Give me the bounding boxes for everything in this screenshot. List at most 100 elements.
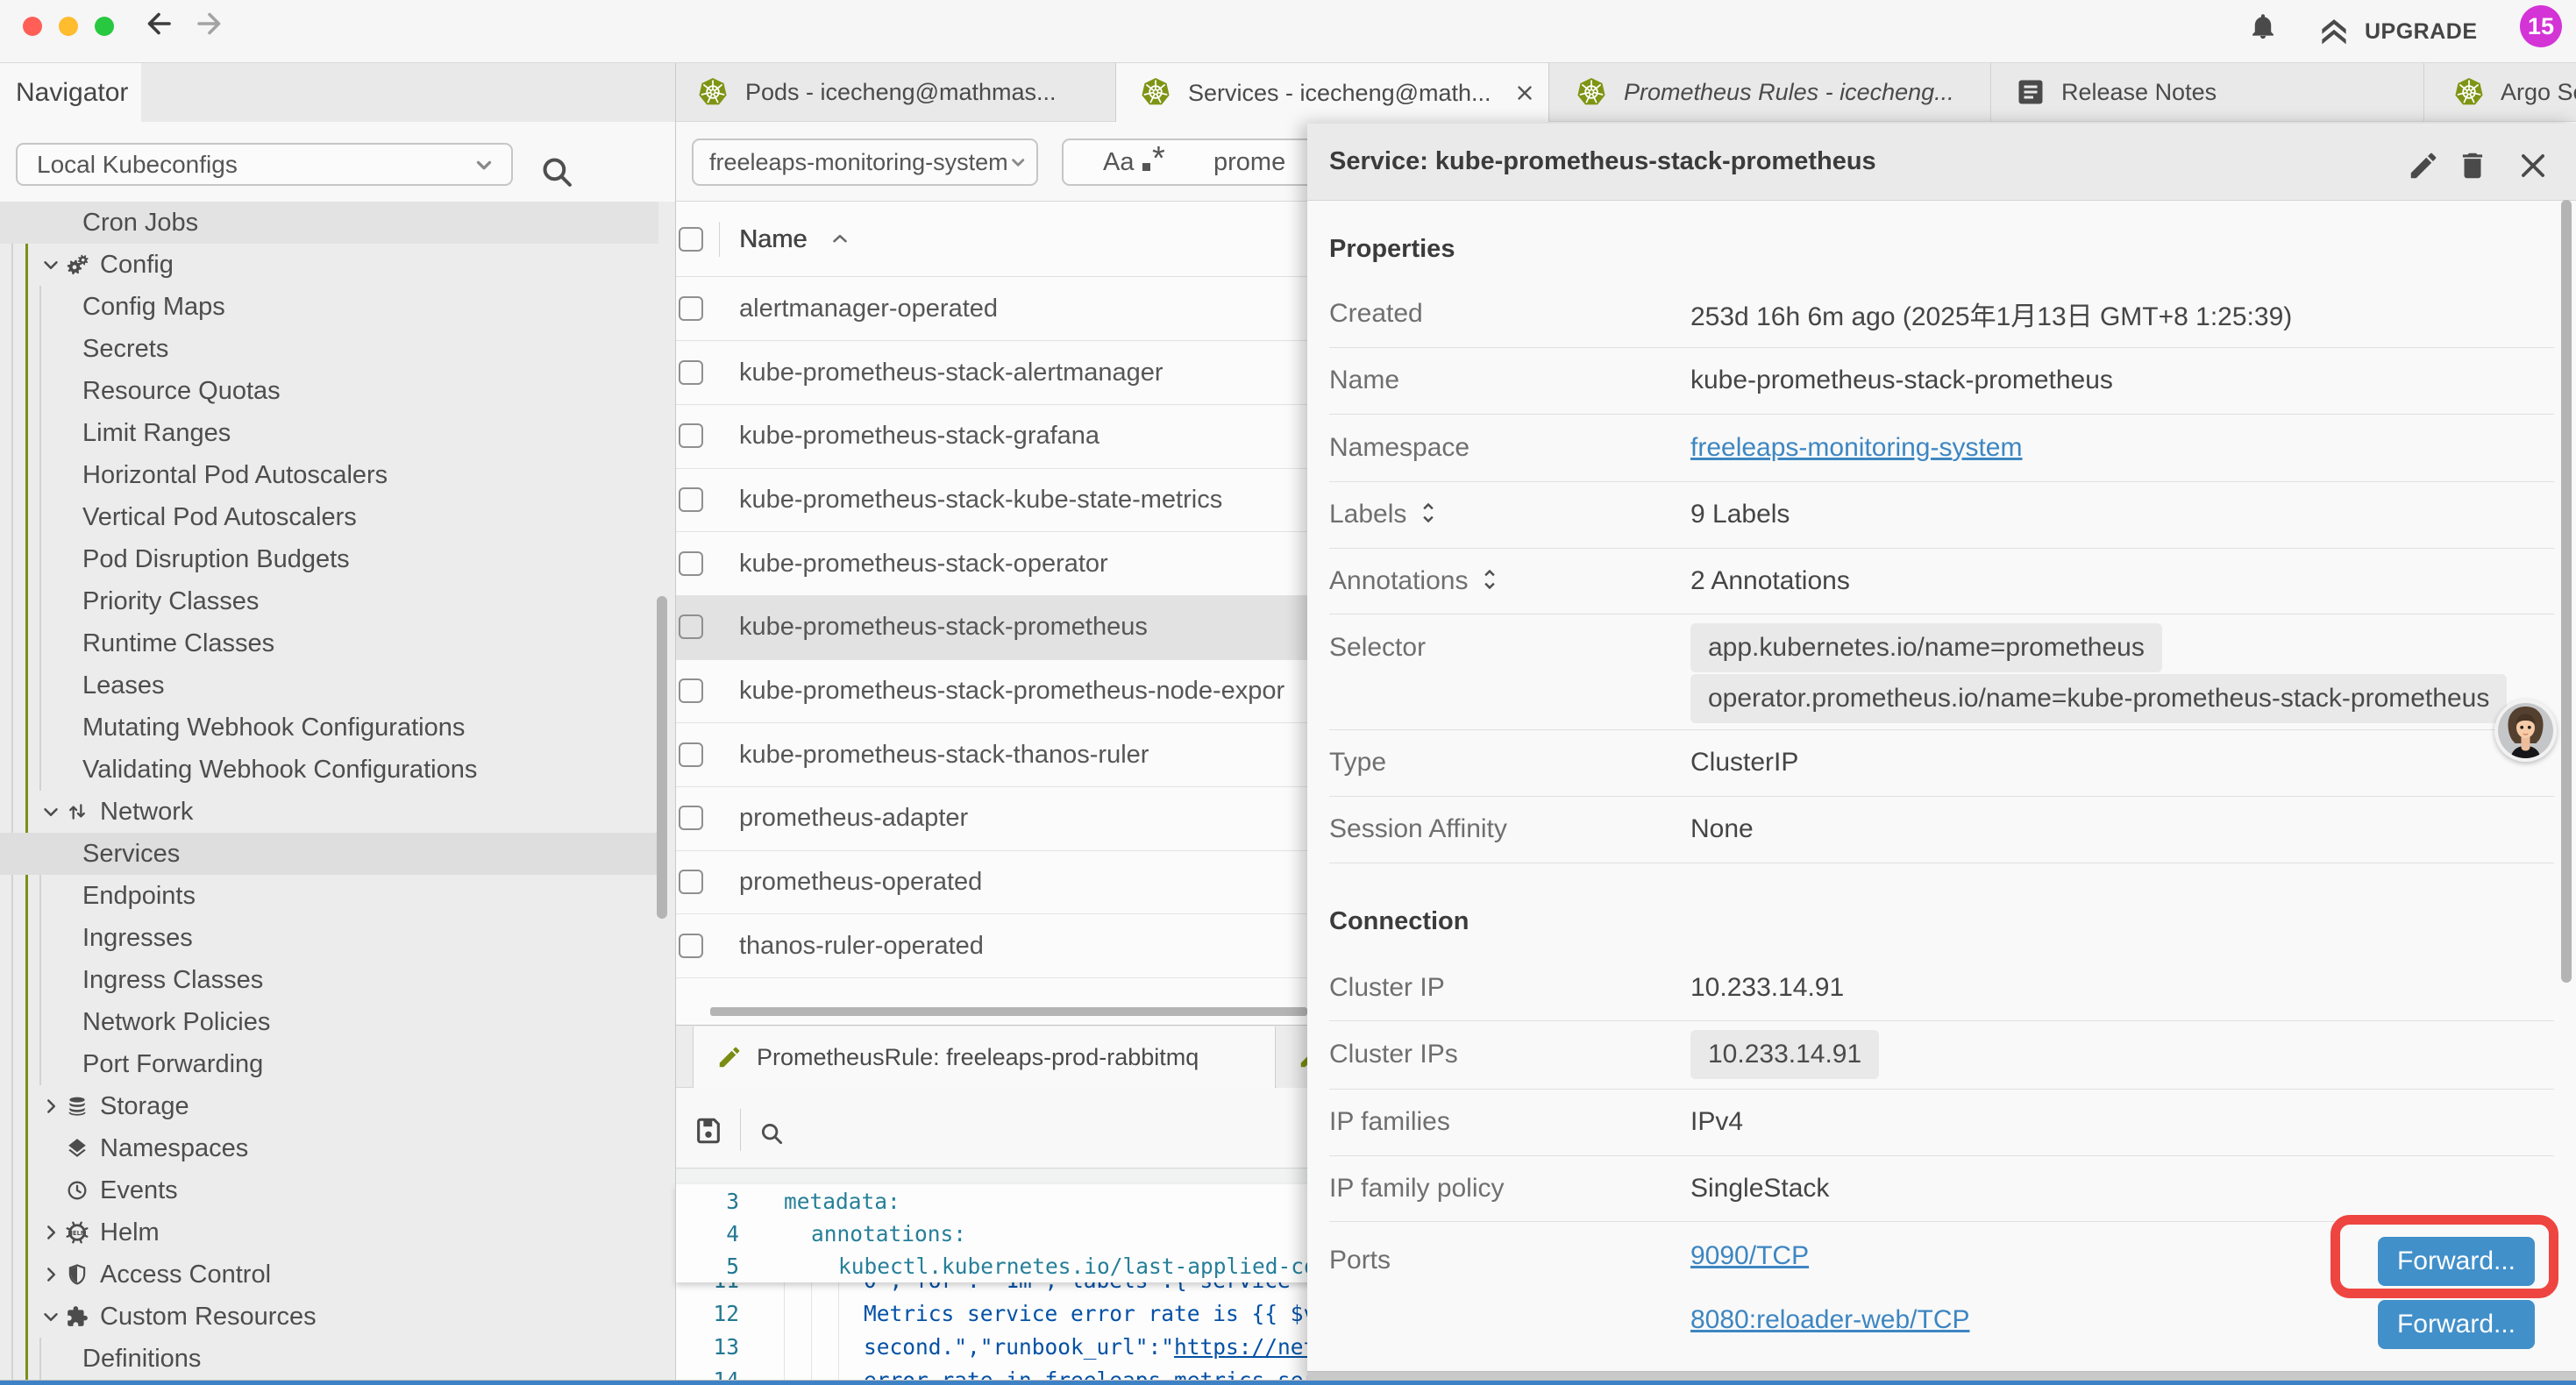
row-checkbox[interactable]	[679, 423, 703, 448]
sidebar-item-runtime-classes[interactable]: Runtime Classes	[0, 622, 658, 664]
sidebar-item-services[interactable]: Services	[0, 833, 658, 875]
sidebar-item-leases[interactable]: Leases	[0, 664, 658, 707]
sidebar-item-label: Network	[100, 798, 193, 827]
tab-label: Pods - icecheng@mathmas...	[745, 79, 1057, 106]
port-link-8080[interactable]: 8080:reloader-web/TCP	[1690, 1305, 1970, 1334]
sidebar-item-label: Secrets	[82, 335, 168, 364]
match-case-toggle[interactable]: Aa	[1103, 148, 1134, 177]
sidebar-item-cron-jobs[interactable]: Cron Jobs	[0, 202, 658, 244]
unfold-icon[interactable]	[1415, 500, 1441, 533]
sidebar-item-definitions[interactable]: Definitions	[0, 1338, 658, 1380]
forward-button[interactable]	[194, 8, 225, 44]
row-checkbox[interactable]	[679, 296, 703, 321]
forward-button-8080[interactable]: Forward...	[2378, 1300, 2535, 1349]
tab-prometheus-rules[interactable]: Prometheus Rules - icecheng...	[1552, 63, 1990, 122]
code-link[interactable]: https://netw	[1174, 1334, 1329, 1360]
sidebar-item-helm[interactable]: HELM Helm	[0, 1211, 658, 1254]
namespace-link[interactable]: freeleaps-monitoring-system	[1690, 433, 2022, 463]
row-checkbox[interactable]	[679, 678, 703, 703]
sidebar-item-storage[interactable]: Storage	[0, 1085, 658, 1127]
sidebar-item-custom-resources[interactable]: Custom Resources	[0, 1296, 658, 1338]
sidebar-item-label: Endpoints	[82, 882, 196, 911]
sidebar-item-network[interactable]: Network	[0, 791, 658, 833]
sidebar-item-resource-quotas[interactable]: Resource Quotas	[0, 370, 658, 412]
sidebar-item-priority-classes[interactable]: Priority Classes	[0, 580, 658, 622]
sort-asc-icon	[829, 228, 851, 258]
traffic-light-zoom[interactable]	[95, 17, 114, 36]
select-all-checkbox[interactable]	[679, 227, 703, 252]
close-panel-button[interactable]	[2516, 149, 2550, 187]
sidebar-item-endpoints[interactable]: Endpoints	[0, 875, 658, 917]
namespace-select[interactable]: freeleaps-monitoring-system	[692, 138, 1038, 186]
sidebar-item-validating-webhook-configurations[interactable]: Validating Webhook Configurations	[0, 749, 658, 791]
sidebar-item-secrets[interactable]: Secrets	[0, 328, 658, 370]
row-checkbox[interactable]	[679, 934, 703, 958]
tab-icon	[2454, 77, 2484, 111]
service-name: alertmanager-operated	[739, 295, 998, 323]
port-link-9090[interactable]: 9090/TCP	[1690, 1241, 1809, 1270]
row-label-text: Cluster IP	[1329, 973, 1445, 1003]
sidebar-item-ingress-classes[interactable]: Ingress Classes	[0, 959, 658, 1001]
sidebar-scrollbar[interactable]	[657, 596, 667, 919]
sidebar-item-config-maps[interactable]: Config Maps	[0, 286, 658, 328]
sidebar-item-port-forwarding[interactable]: Port Forwarding	[0, 1043, 658, 1085]
unfold-icon[interactable]	[1477, 566, 1503, 600]
regex-toggle[interactable]: *	[1152, 140, 1165, 178]
sidebar-item-label: Validating Webhook Configurations	[82, 756, 477, 785]
delete-button[interactable]	[2456, 149, 2489, 187]
row-checkbox[interactable]	[679, 487, 703, 512]
column-header-name[interactable]: Name	[739, 202, 807, 277]
sidebar-item-limit-ranges[interactable]: Limit Ranges	[0, 412, 658, 454]
search-input[interactable]: prome	[1213, 148, 1285, 177]
sidebar-item-pod-disruption-budgets[interactable]: Pod Disruption Budgets	[0, 538, 658, 580]
tab-close-button[interactable]	[1513, 82, 1536, 109]
sidebar-item-horizontal-pod-autoscalers[interactable]: Horizontal Pod Autoscalers	[0, 454, 658, 496]
traffic-light-minimize[interactable]	[59, 17, 78, 36]
table-hscrollbar[interactable]	[710, 1007, 1307, 1016]
dock-tab-prometheusrule[interactable]: PrometheusRule: freeleaps-prod-rabbitmq	[693, 1026, 1276, 1088]
upgrade-button[interactable]: UPGRADE	[2317, 0, 2478, 63]
kubeconfig-select[interactable]: Local Kubeconfigs	[16, 143, 513, 186]
row-checkbox[interactable]	[679, 870, 703, 894]
row-checkbox[interactable]	[679, 806, 703, 830]
row-value: kube-prometheus-stack-prometheus	[1690, 347, 2113, 414]
window-titlebar: UPGRADE 15	[0, 0, 2576, 63]
tab-services[interactable]: Services - icecheng@math...	[1115, 63, 1549, 123]
traffic-light-close[interactable]	[23, 17, 42, 36]
row-checkbox[interactable]	[679, 742, 703, 767]
sidebar-divider[interactable]	[675, 63, 676, 1385]
row-label-text: Annotations	[1329, 566, 1468, 596]
avatar[interactable]	[2494, 700, 2557, 762]
sidebar-search-button[interactable]	[538, 153, 575, 195]
sidebar-item-namespaces[interactable]: Namespaces	[0, 1127, 658, 1169]
sidebar-item-mutating-webhook-configurations[interactable]: Mutating Webhook Configurations	[0, 707, 658, 749]
tree-item-icon	[66, 1263, 89, 1293]
sidebar-item-network-policies[interactable]: Network Policies	[0, 1001, 658, 1043]
panel-scrollbar[interactable]	[2561, 200, 2572, 983]
row-checkbox[interactable]	[679, 551, 703, 576]
notifications-button[interactable]	[2248, 11, 2278, 46]
sidebar-item-label: Namespaces	[100, 1134, 248, 1163]
editor-search-button[interactable]	[758, 1120, 785, 1151]
row-checkbox[interactable]	[679, 614, 703, 639]
document-icon	[2015, 76, 2046, 108]
regex-dot	[1142, 163, 1150, 171]
sidebar-item-events[interactable]: Events	[0, 1169, 658, 1211]
edit-button[interactable]	[2407, 149, 2440, 187]
sidebar-item-vertical-pod-autoscalers[interactable]: Vertical Pod Autoscalers	[0, 496, 658, 538]
navigator-controls: Local Kubeconfigs	[0, 122, 676, 202]
back-button[interactable]	[143, 8, 174, 44]
helm-icon: HELM	[66, 1221, 89, 1244]
sidebar-item-label: Helm	[100, 1218, 160, 1247]
tab-release-notes[interactable]: Release Notes	[1991, 63, 2423, 122]
save-button[interactable]	[694, 1116, 723, 1150]
tab-argo[interactable]: Argo Se	[2424, 63, 2576, 122]
sidebar-item-label: Definitions	[82, 1345, 201, 1374]
row-value: IPv4	[1690, 1089, 1743, 1155]
notification-badge[interactable]: 15	[2520, 5, 2562, 47]
row-checkbox[interactable]	[679, 360, 703, 385]
sidebar-item-access-control[interactable]: Access Control	[0, 1254, 658, 1296]
sidebar-item-ingresses[interactable]: Ingresses	[0, 917, 658, 959]
sidebar-item-config[interactable]: Config	[0, 244, 658, 286]
tab-pods[interactable]: Pods - icecheng@mathmas...	[676, 63, 1114, 122]
